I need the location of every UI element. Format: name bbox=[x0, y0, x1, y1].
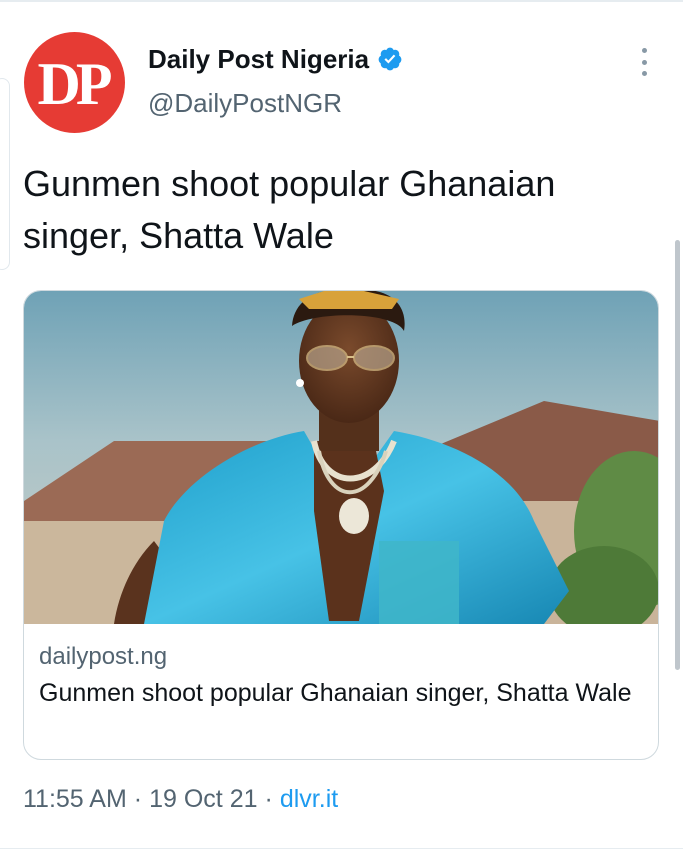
more-vertical-icon-dot-2 bbox=[641, 59, 647, 65]
tweet-source-link[interactable]: dlvr.it bbox=[280, 785, 338, 813]
link-preview-card[interactable]: dailypost.ng Gunmen shoot popular Ghanai… bbox=[23, 290, 659, 760]
card-domain: dailypost.ng bbox=[39, 643, 168, 670]
card-image[interactable] bbox=[24, 291, 659, 624]
tweet-text: Gunmen shoot popular Ghanaian singer, Sh… bbox=[23, 163, 556, 256]
verified-badge-icon bbox=[377, 46, 403, 72]
more-vertical-icon bbox=[641, 48, 647, 53]
avatar[interactable]: DP bbox=[24, 32, 125, 133]
card-title: Gunmen shoot popular Ghanaian singer, Sh… bbox=[39, 679, 632, 707]
more-options-button[interactable] bbox=[634, 46, 654, 78]
author-name-row[interactable]: Daily Post Nigeria bbox=[148, 42, 403, 76]
top-divider bbox=[0, 0, 683, 2]
card-meta: dailypost.ng Gunmen shoot popular Ghanai… bbox=[39, 641, 649, 712]
avatar-logo-text: DP bbox=[37, 51, 113, 117]
bottom-divider bbox=[0, 848, 683, 849]
display-name[interactable]: Daily Post Nigeria bbox=[148, 44, 369, 75]
author-handle[interactable]: @DailyPostNGR bbox=[148, 88, 342, 119]
separator-2: · bbox=[264, 785, 273, 813]
adjacent-panel-edge bbox=[0, 78, 10, 270]
scrollbar[interactable] bbox=[675, 240, 680, 670]
separator: · bbox=[133, 785, 143, 813]
tweet-date[interactable]: 19 Oct 21 bbox=[149, 785, 257, 813]
tweet-time[interactable]: 11:55 AM bbox=[23, 785, 127, 813]
tweet-meta: 11:55 AM · 19 Oct 21 · dlvr.it bbox=[23, 785, 338, 814]
more-vertical-icon-dot-3 bbox=[641, 71, 647, 76]
